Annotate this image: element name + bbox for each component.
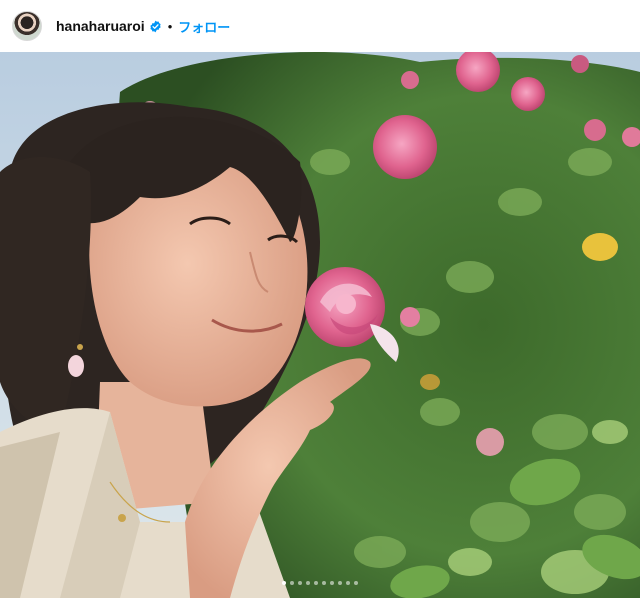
- avatar[interactable]: [12, 11, 42, 41]
- carousel-dot[interactable]: [314, 581, 318, 585]
- carousel-dot[interactable]: [322, 581, 326, 585]
- carousel-dot[interactable]: [330, 581, 334, 585]
- carousel-dot[interactable]: [306, 581, 310, 585]
- follow-button[interactable]: フォロー: [178, 17, 230, 36]
- verified-badge-icon: [150, 20, 161, 32]
- photo-illustration: [0, 52, 640, 598]
- carousel-dot[interactable]: [354, 581, 358, 585]
- separator-dot: •: [167, 18, 173, 34]
- carousel-dot[interactable]: [290, 581, 294, 585]
- post-photo[interactable]: [0, 52, 640, 598]
- post-header: hanaharuaroi • フォロー: [0, 0, 640, 52]
- username-link[interactable]: hanaharuaroi: [56, 18, 145, 34]
- carousel-dot[interactable]: [346, 581, 350, 585]
- carousel-dot[interactable]: [298, 581, 302, 585]
- carousel-dot[interactable]: [282, 581, 286, 585]
- carousel-indicator: [0, 581, 640, 585]
- carousel-dot[interactable]: [338, 581, 342, 585]
